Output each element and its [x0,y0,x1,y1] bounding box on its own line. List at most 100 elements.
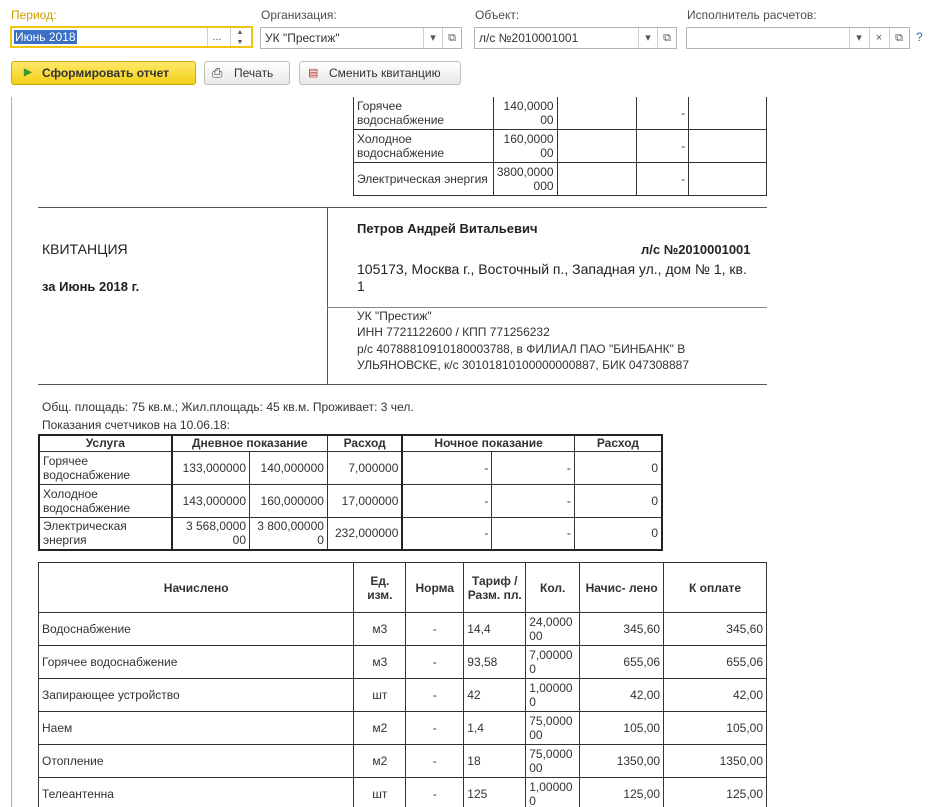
receipt-title: КВИТАНЦИЯ [42,241,128,257]
meter-night-prev: - [401,450,493,485]
charge-pay: 105,00 [663,711,767,745]
table-row: Услуга Дневное показание Расход Ночное п… [38,434,663,452]
meter-service: Холодное водоснабжение [38,483,173,518]
charges-header: Норма [405,562,465,613]
help-icon[interactable]: ? [916,30,923,44]
table-row: Телеантенна шт - 125 1,00000 0 125,00 12… [37,777,767,807]
generate-report-button[interactable]: ▶ Сформировать отчет [11,61,196,85]
meter-night-use: 0 [573,450,663,485]
charge-tariff: 18 [463,744,527,778]
charges-header: Ед. изм. [353,562,407,613]
payer-name: Петров Андрей Витальевич [357,221,538,236]
object-field[interactable]: л/с №2010001001 ▾ ⧉ [474,27,677,49]
object-value: л/с №2010001001 [479,31,579,45]
org-open-icon[interactable]: ⧉ [442,28,461,48]
charge-pay: 655,06 [663,645,767,679]
charge-unit: м3 [353,612,407,646]
object-label: Объект: [475,8,520,22]
meter-day-use: 232,000000 [326,516,404,551]
charge-charged: 345,60 [579,612,665,646]
charge-name: Отопление [37,744,355,778]
charge-name: Наем [37,711,355,745]
charge-unit: шт [353,678,407,712]
top-row-name: Электрическая энергия [353,162,494,196]
charge-charged: 105,00 [579,711,665,745]
meters-header: Расход [326,434,404,452]
charge-tariff: 125 [463,777,527,807]
charge-qty: 75,0000 00 [525,711,581,745]
meter-day-use: 17,000000 [326,483,404,518]
divider [38,384,767,385]
meter-night-prev: - [401,516,493,551]
charges-table: Начислено Ед. изм. Норма Тариф / Разм. п… [37,562,767,807]
table-row: Горячее водоснабжение 133,000000 140,000… [38,450,663,485]
period-value[interactable]: Июнь 2018 [14,30,77,44]
meters-header: Ночное показание [401,434,575,452]
org-name: УК "Престиж" [357,309,432,323]
charge-name: Телеантенна [37,777,355,807]
meter-service: Горячее водоснабжение [38,450,173,485]
meter-day-prev: 143,000000 [170,483,251,518]
generate-report-label: Сформировать отчет [42,66,170,80]
period-field[interactable]: Июнь 2018 ... ▲ ▼ [10,26,253,48]
executor-field[interactable]: ▾ × ⧉ [686,27,910,49]
org-inn: ИНН 7721122600 / КПП 771256232 [357,325,550,339]
change-receipt-button[interactable]: ▤ Сменить квитанцию [299,61,461,85]
charge-norm: - [405,645,465,679]
object-open-icon[interactable]: ⧉ [657,28,676,48]
charges-header: Тариф / Разм. пл. [463,562,527,613]
charge-norm: - [405,612,465,646]
spin-down-icon[interactable]: ▼ [231,38,249,48]
report-area[interactable]: Горячее водоснабжение 140,0000 00 - Холо… [11,97,931,807]
period-select-button[interactable]: ... [207,28,226,46]
meter-night-prev: - [401,483,493,518]
table-row: Электрическая энергия 3 568,0000 00 3 80… [38,516,663,551]
executor-dropdown-icon[interactable]: ▾ [849,28,868,48]
charge-tariff: 14,4 [463,612,527,646]
charge-pay: 1350,00 [663,744,767,778]
charge-name: Водоснабжение [37,612,355,646]
object-dropdown-icon[interactable]: ▾ [638,28,657,48]
charge-unit: м3 [353,645,407,679]
executor-clear-icon[interactable]: × [869,28,888,48]
charges-header: Начис- лено [579,562,665,613]
meter-night-cur: - [491,483,575,518]
charge-norm: - [405,777,465,807]
org-field[interactable]: УК "Престиж" ▾ ⧉ [260,27,462,49]
top-row-value: 140,0000 00 [492,97,558,130]
top-row-dash: - [636,162,690,196]
charge-charged: 125,00 [579,777,665,807]
executor-open-icon[interactable]: ⧉ [889,28,908,48]
charge-charged: 1350,00 [579,744,665,778]
charges-header: Начислено [37,562,355,613]
charge-tariff: 93,58 [463,645,527,679]
charge-norm: - [405,711,465,745]
divider [38,207,767,208]
printer-icon: ⎙ [212,65,223,80]
charge-qty: 1,00000 0 [525,678,581,712]
table-row: Начислено Ед. изм. Норма Тариф / Разм. п… [37,562,767,613]
payer-address: 105173, Москва г., Восточный п., Западна… [357,261,747,294]
executor-label: Исполнитель расчетов: [687,8,817,22]
spin-up-icon[interactable]: ▲ [231,28,249,38]
charges-header: К оплате [663,562,767,613]
play-icon: ▶ [24,67,32,78]
top-meter-table: Горячее водоснабжение 140,0000 00 - Холо… [353,97,767,196]
meters-header: Дневное показание [170,434,328,452]
charge-qty: 1,00000 0 [525,777,581,807]
charge-qty: 24,0000 00 [525,612,581,646]
charge-name: Горячее водоснабжение [37,645,355,679]
org-value: УК "Престиж" [265,31,340,45]
org-dropdown-icon[interactable]: ▾ [423,28,442,48]
meter-night-cur: - [491,516,575,551]
print-button[interactable]: ⎙ Печать [204,61,290,85]
period-spinner[interactable]: ▲ ▼ [230,28,249,46]
meter-service: Электрическая энергия [38,516,173,551]
top-row-name: Холодное водоснабжение [353,129,494,163]
meters-table: Услуга Дневное показание Расход Ночное п… [38,434,663,551]
table-row: Холодное водоснабжение 160,0000 00 - [353,129,767,163]
charge-tariff: 42 [463,678,527,712]
meter-day-cur: 160,000000 [249,483,328,518]
charge-name: Запирающее устройство [37,678,355,712]
org-label: Организация: [261,8,337,22]
